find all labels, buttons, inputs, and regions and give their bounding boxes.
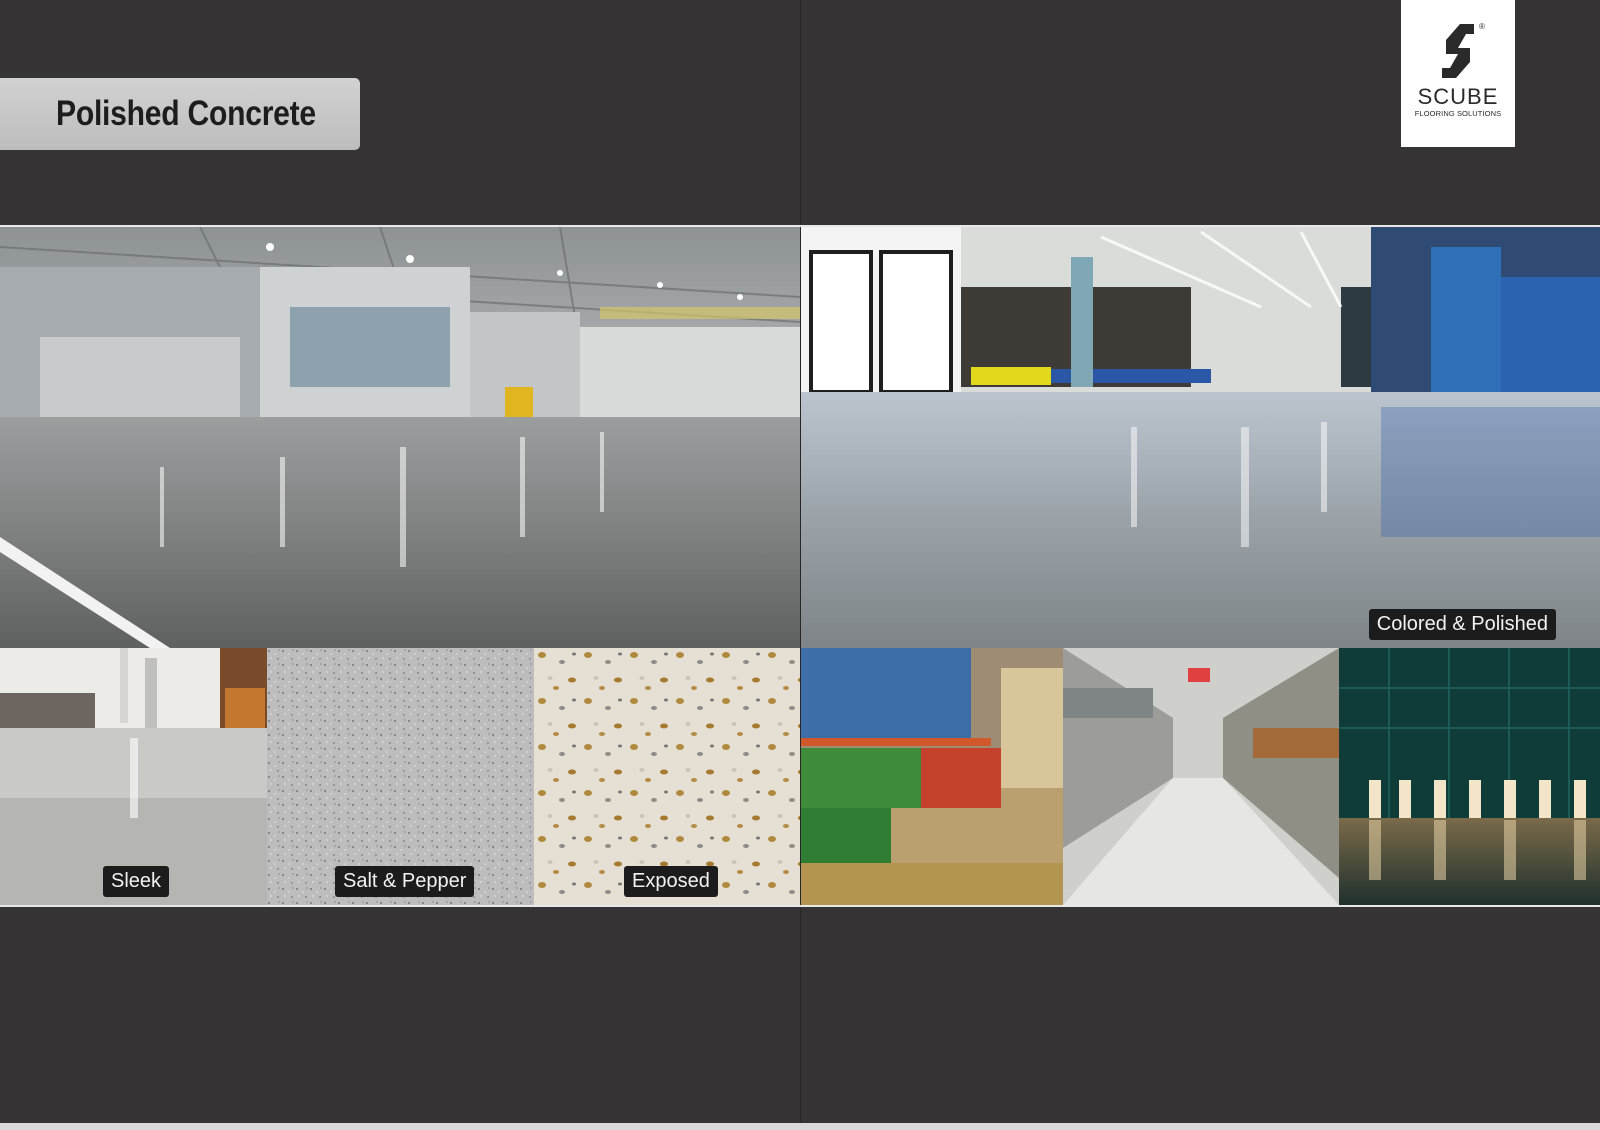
logo-tagline: FLOORING SOLUTIONS [1414, 109, 1502, 118]
svg-text:®: ® [1479, 22, 1485, 31]
scube-logo-icon: ® [1442, 22, 1485, 78]
hangar-floor-photo [1339, 648, 1600, 905]
scube-logo: ® SCUBE FLOORING SOLUTIONS [1401, 0, 1515, 147]
logo-wordmark: SCUBE [1417, 84, 1499, 109]
colored-polished-caption: Colored & Polished [1368, 609, 1556, 640]
retail-store-floor-photo: Colored & Polished [801, 227, 1600, 648]
photo-gallery: Colored & Polished Sleek Salt & Pepper E… [0, 225, 1600, 907]
factory-floor-photo [0, 227, 800, 648]
sleek-finish-photo: Sleek [0, 648, 267, 905]
salt-pepper-finish-photo: Salt & Pepper [267, 648, 534, 905]
page-title: Polished Concrete [56, 94, 316, 133]
bottom-strip [0, 1123, 1600, 1130]
salt-pepper-caption: Salt & Pepper [335, 866, 475, 897]
supermarket-aisle-photo [1063, 648, 1339, 905]
title-banner: Polished Concrete [0, 78, 360, 150]
warehouse-racks-photo [801, 648, 1063, 905]
exposed-finish-photo: Exposed [534, 648, 800, 905]
exposed-caption: Exposed [624, 866, 718, 897]
sleek-caption: Sleek [103, 866, 170, 897]
